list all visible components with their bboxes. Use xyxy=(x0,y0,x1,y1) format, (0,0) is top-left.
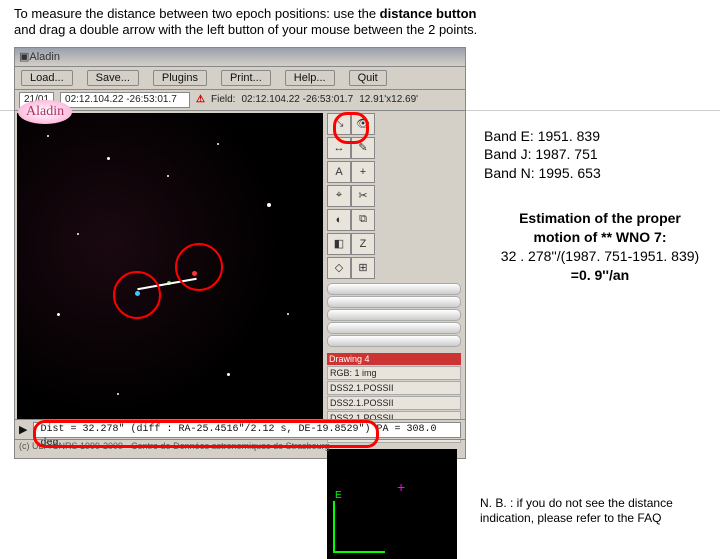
band-n: Band N: 1995. 653 xyxy=(484,164,716,183)
quit-button[interactable]: Quit xyxy=(349,70,387,86)
panel-row-2[interactable]: DSS2.1.POSSII xyxy=(327,396,461,410)
plugins-button[interactable]: Plugins xyxy=(153,70,207,86)
tool-icon-13[interactable]: ⊞ xyxy=(351,257,375,279)
instruction-block: To measure the distance between two epoc… xyxy=(0,0,720,43)
load-button[interactable]: Load... xyxy=(21,70,73,86)
estimation-result: =0. 9''/an xyxy=(484,266,716,285)
tool-icon-11[interactable]: Z xyxy=(351,233,375,255)
titlebar: ▣ Aladin xyxy=(15,48,465,67)
right-column: Band E: 1951. 839 Band J: 1987. 751 Band… xyxy=(466,47,720,285)
tool-icon-5[interactable]: + xyxy=(351,161,375,183)
thumb-marker: + xyxy=(397,479,405,495)
thumb-label: E xyxy=(335,490,342,501)
coord-box: 02:12.104.22 -26:53:01.7 xyxy=(60,92,190,108)
field-label: Field: xyxy=(211,94,235,105)
aladin-window: ▣ Aladin Load... Save... Plugins Print..… xyxy=(14,47,466,459)
ptr-icon: ▶ xyxy=(19,423,27,436)
layer-slot-4[interactable] xyxy=(327,335,461,347)
tool-icon-12[interactable]: ◇ xyxy=(327,257,351,279)
save-button[interactable]: Save... xyxy=(87,70,139,86)
layer-slot-1[interactable] xyxy=(327,296,461,308)
warn-icon: ⚠ xyxy=(196,94,205,105)
red-circle-1 xyxy=(175,243,223,291)
red-circle-2 xyxy=(113,271,161,319)
est-l2: motion of ** WNO 7: xyxy=(534,229,667,245)
layer-slot-3[interactable] xyxy=(327,322,461,334)
help-button[interactable]: Help... xyxy=(285,70,335,86)
print-button[interactable]: Print... xyxy=(221,70,271,86)
layer-stack xyxy=(327,283,461,347)
bands-block: Band E: 1951. 839 Band J: 1987. 751 Band… xyxy=(484,127,716,184)
panel-row-0[interactable]: RGB: 1 img xyxy=(327,366,461,380)
instr-line1a: To measure the distance between two epoc… xyxy=(14,6,380,21)
tool-column: ⤡👁↔✎A+⌖✂◐⧉◧Z◇⊞ Drawing 4 RGB: 1 imgDSS2.… xyxy=(327,113,461,439)
tool-icon-7[interactable]: ✂ xyxy=(351,185,375,207)
tool-icon-10[interactable]: ◧ xyxy=(327,233,351,255)
zoom-box: 21/01 xyxy=(19,92,54,108)
field-coords: 02:12.104.22 -26:53:01.7 xyxy=(241,94,353,105)
thumbnail: + E xyxy=(327,449,457,559)
estimation-title: Estimation of the proper motion of ** WN… xyxy=(484,209,716,247)
window-icon: ▣ xyxy=(19,50,29,63)
panel-row-1[interactable]: DSS2.1.POSSII xyxy=(327,381,461,395)
toolbar: Load... Save... Plugins Print... Help...… xyxy=(15,67,465,90)
window-title: Aladin xyxy=(29,51,60,63)
orientation-axes xyxy=(333,501,385,553)
tool-icon-9[interactable]: ⧉ xyxy=(351,209,375,231)
field-size: 12.91'x12.69' xyxy=(359,94,418,105)
highlight-statusbar xyxy=(33,420,379,448)
tool-icon-6[interactable]: ⌖ xyxy=(327,185,351,207)
layer-slot-2[interactable] xyxy=(327,309,461,321)
content-row: ▣ Aladin Load... Save... Plugins Print..… xyxy=(0,43,720,459)
infobar: 21/01 02:12.104.22 -26:53:01.7 ⚠ Field: … xyxy=(15,90,465,111)
est-l1: Estimation of the proper xyxy=(519,210,681,226)
tool-icon-4[interactable]: A xyxy=(327,161,351,183)
band-e: Band E: 1951. 839 xyxy=(484,127,716,146)
band-j: Band J: 1987. 751 xyxy=(484,145,716,164)
highlight-distance-tool xyxy=(333,112,369,144)
instr-line2: and drag a double arrow with the left bu… xyxy=(14,22,477,37)
estimation-calc: 32 . 278''/(1987. 751-1951. 839) xyxy=(484,247,716,266)
tool-icon-8[interactable]: ◐ xyxy=(327,209,351,231)
panel-header: Drawing 4 xyxy=(327,353,461,365)
sky-image[interactable]: 1.67' xyxy=(17,113,323,439)
workarea: 1.67' ⤡👁↔✎A+⌖✂◐⧉◧Z◇⊞ Drawing 4 RGB: 1 im… xyxy=(15,111,465,441)
layer-slot-0[interactable] xyxy=(327,283,461,295)
nb-note: N. B. : if you do not see the distance i… xyxy=(480,496,710,526)
instr-line1b: distance button xyxy=(380,6,477,21)
